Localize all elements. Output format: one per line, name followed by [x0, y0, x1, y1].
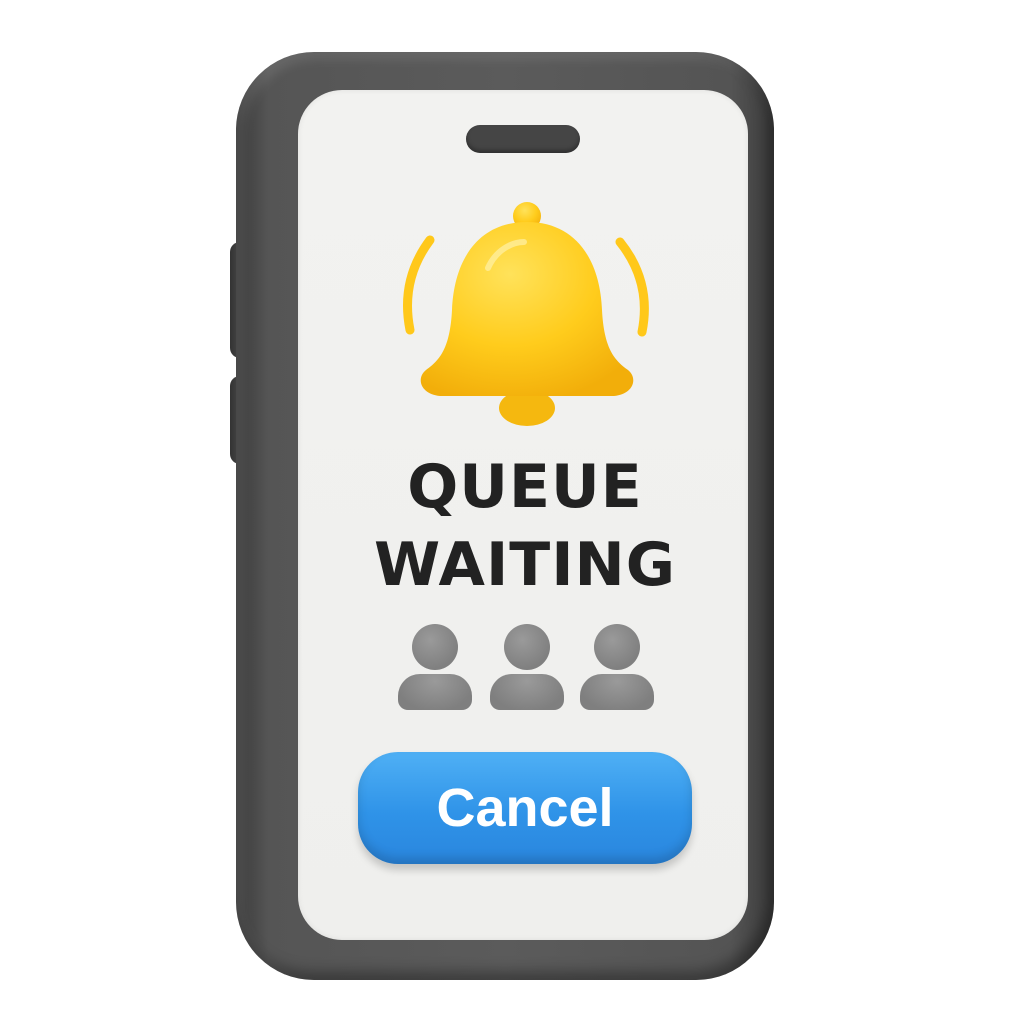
person-body	[490, 674, 564, 710]
person-head	[594, 624, 640, 670]
queue-status-title-line2: WAITING	[374, 530, 676, 600]
person-head	[504, 624, 550, 670]
bell-icon	[403, 202, 649, 426]
person-icon	[576, 620, 656, 712]
queue-status-title-line1: QUEUE	[407, 452, 643, 522]
queue-people-row	[392, 620, 662, 716]
scene: QUEUE WAITING Cancel	[0, 0, 1024, 1024]
person-body	[398, 674, 472, 710]
cancel-button[interactable]: Cancel	[358, 752, 692, 864]
person-icon	[486, 620, 566, 712]
phone-speaker-notch	[466, 125, 580, 153]
person-body	[580, 674, 654, 710]
person-head	[412, 624, 458, 670]
person-icon	[394, 620, 474, 712]
